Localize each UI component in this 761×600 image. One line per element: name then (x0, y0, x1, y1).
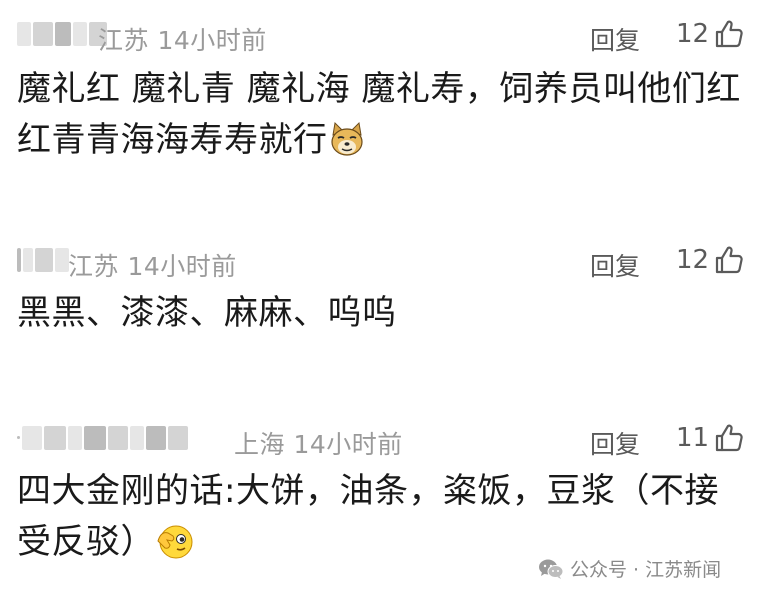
like-button[interactable]: 12 (676, 244, 745, 276)
comment-location: 江苏 (68, 252, 120, 281)
doge-emoji-icon (330, 121, 363, 156)
comment-location-time: 江苏 14小时前 (98, 21, 267, 57)
comment-text: 四大金刚的话:大饼，油条，粢饭，豆浆（不接受反驳） (17, 466, 741, 568)
comment-meta: 江苏 14小时前 回复 12 (0, 12, 761, 55)
comment-time: 14小时前 (293, 430, 403, 459)
like-count: 11 (676, 423, 710, 453)
facepalm-emoji-icon (157, 525, 193, 559)
reply-button[interactable]: 回复 (590, 21, 640, 57)
like-button[interactable]: 12 (676, 18, 745, 50)
watermark-text: 公众号 · 江苏新闻 (570, 559, 722, 581)
comment-text: 魔礼红 魔礼青 魔礼海 魔礼寿，饲养员叫他们红红青青海海寿寿就行 (17, 64, 741, 166)
like-count: 12 (676, 245, 710, 275)
blurred-username[interactable] (17, 248, 69, 272)
like-button[interactable]: 11 (676, 422, 745, 454)
blurred-username[interactable] (17, 426, 188, 450)
comment-body: 魔礼红 魔礼青 魔礼海 魔礼寿，饲养员叫他们红红青青海海寿寿就行 (17, 69, 741, 160)
comment-location-time: 上海 14小时前 (234, 425, 403, 461)
comment-body: 黑黑、漆漆、麻麻、呜呜 (17, 293, 397, 333)
watermark: 公众号 · 江苏新闻 (538, 555, 721, 582)
comment-location: 上海 (234, 430, 286, 459)
wechat-icon (539, 559, 564, 579)
comment-body: 四大金刚的话:大饼，油条，粢饭，豆浆（不接受反驳） (17, 471, 719, 562)
comment-time: 14小时前 (127, 252, 237, 281)
blurred-username[interactable] (17, 22, 107, 46)
thumbs-up-icon (715, 424, 743, 452)
comment-text: 黑黑、漆漆、麻麻、呜呜 (17, 288, 741, 339)
thumbs-up-icon (715, 246, 743, 274)
thumbs-up-icon (715, 20, 743, 48)
comment-meta: 江苏 14小时前 回复 12 (0, 238, 761, 281)
comment-time: 14小时前 (157, 26, 267, 55)
reply-button[interactable]: 回复 (590, 425, 640, 461)
comment-location-time: 江苏 14小时前 (68, 247, 237, 283)
like-count: 12 (676, 19, 710, 49)
comment-location: 江苏 (98, 26, 150, 55)
reply-button[interactable]: 回复 (590, 247, 640, 283)
comment-meta: 上海 14小时前 回复 11 (0, 416, 761, 459)
